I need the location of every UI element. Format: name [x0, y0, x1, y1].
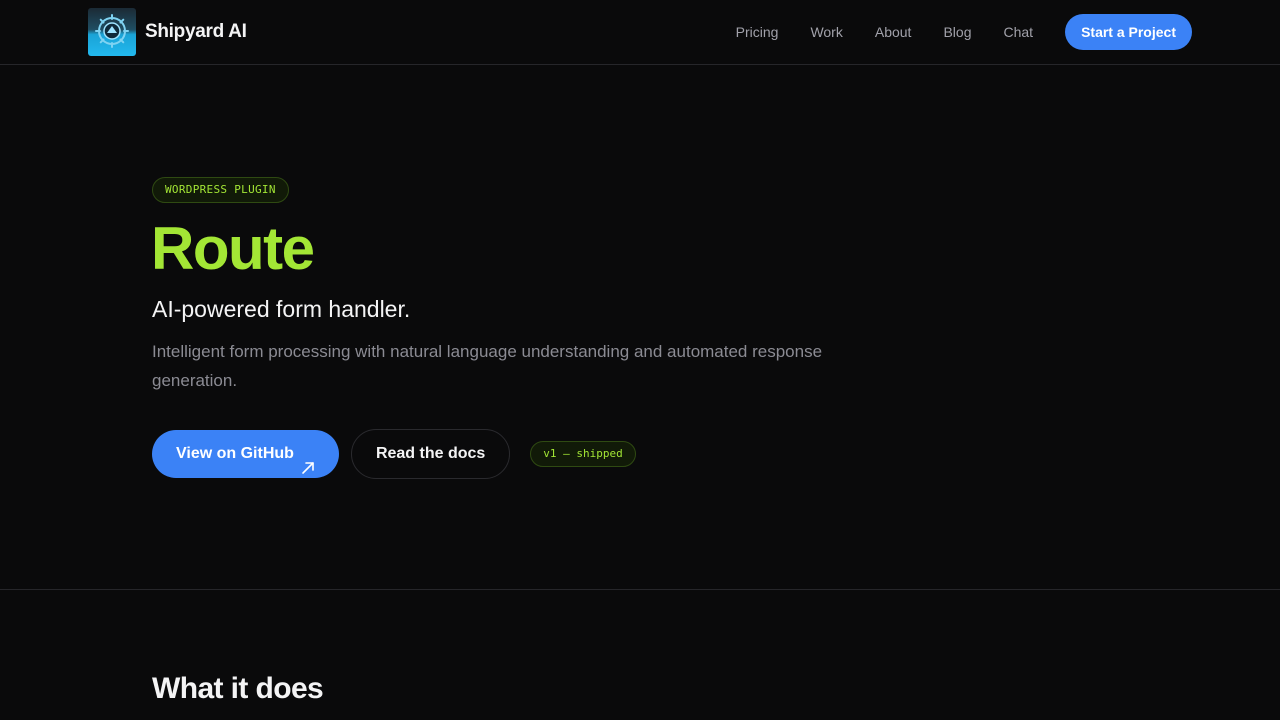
- section-title: What it does: [152, 672, 324, 705]
- arrow-up-right-icon: [301, 447, 315, 474]
- nav-work[interactable]: Work: [810, 14, 842, 50]
- view-on-github-button[interactable]: View on GitHub: [152, 430, 339, 478]
- main-nav: Pricing Work About Blog Chat Start a Pro…: [736, 14, 1192, 50]
- page-title: Route: [151, 215, 315, 282]
- nav-chat[interactable]: Chat: [1003, 14, 1033, 50]
- hero-actions: View on GitHub Read the docs v1 — shippe…: [152, 429, 636, 479]
- nav-pricing[interactable]: Pricing: [736, 14, 779, 50]
- description: Intelligent form processing with natural…: [152, 342, 823, 390]
- hero-section: WORDPRESS PLUGIN Route AI-powered form h…: [0, 65, 1280, 590]
- start-project-button[interactable]: Start a Project: [1065, 14, 1192, 50]
- shipyard-logo-icon: [88, 8, 136, 56]
- nav-about[interactable]: About: [875, 14, 912, 50]
- read-docs-button[interactable]: Read the docs: [350, 429, 511, 479]
- category-badge: WORDPRESS PLUGIN: [152, 177, 289, 203]
- brand-link[interactable]: Shipyard AI: [88, 8, 247, 56]
- nav-blog[interactable]: Blog: [943, 14, 971, 50]
- view-on-github-label: View on GitHub: [176, 445, 294, 462]
- site-header: Shipyard AI Pricing Work About Blog Chat…: [0, 0, 1280, 65]
- status-badge: v1 — shipped: [530, 441, 636, 467]
- brand-name: Shipyard AI: [145, 21, 247, 42]
- tagline: AI-powered form handler.: [152, 296, 411, 322]
